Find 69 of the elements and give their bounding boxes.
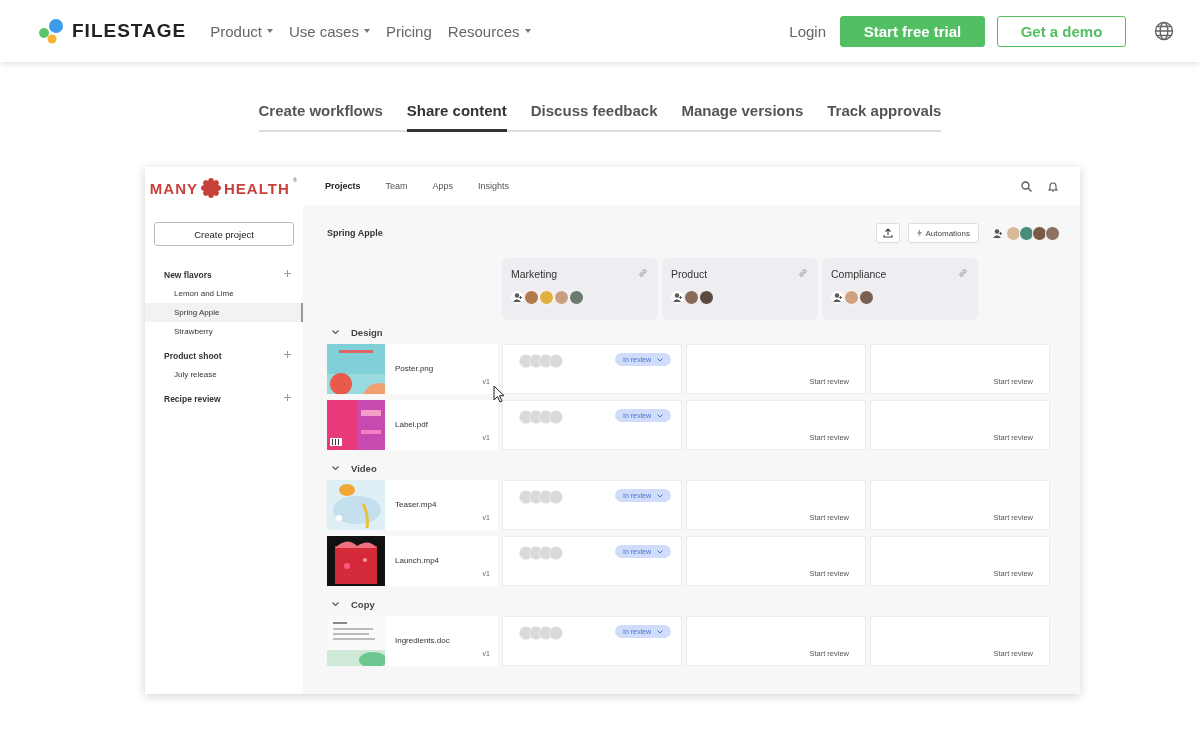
project-group[interactable]: Product shoot [164,351,222,361]
project-item[interactable]: Spring Apple [145,303,303,322]
reviewer-placeholder-icon [517,410,563,424]
file-name[interactable]: Launch.mp4 [395,556,440,586]
chevron-icon[interactable] [332,329,339,335]
caret-icon [657,357,663,362]
add-icon[interactable] [284,270,291,277]
file-name[interactable]: Teaser.mp4 [395,500,437,530]
caret-icon [657,629,663,634]
feature-tab[interactable]: Manage versions [681,94,804,132]
brand-name: HEALTH [224,179,290,197]
add-person-icon[interactable] [672,293,683,302]
add-person-icon[interactable] [993,228,1003,238]
automations-button[interactable]: Automations [907,223,979,243]
file-name[interactable]: Label.pdf [395,420,428,450]
caret-icon [657,413,663,418]
file-name[interactable]: Ingredients.doc [395,636,450,666]
caret-icon [266,29,273,33]
column-title: Compliance [831,268,887,280]
search-icon[interactable] [1021,180,1032,192]
upload-icon [882,228,893,238]
section-title: Copy [351,598,375,610]
lightning-icon [916,229,922,237]
feature-tab[interactable]: Share content [406,94,507,132]
nav-tab[interactable]: Projects [325,181,361,191]
nav-tab[interactable]: Insights [478,181,510,191]
bell-icon[interactable] [1048,180,1058,192]
project-title: Spring Apple [327,228,383,238]
nav-tab[interactable]: Apps [432,181,454,191]
nav-tab[interactable]: Team [385,181,408,191]
caret-icon [363,29,370,33]
flower-logo-icon [201,178,221,198]
project-group[interactable]: New flavors [164,270,212,280]
reviewer-placeholder-icon [517,354,563,368]
column-title: Product [671,268,708,280]
nav-link[interactable]: Product [210,22,273,40]
section-title: Design [351,326,383,338]
caret-icon [524,29,531,33]
column-title: Marketing [511,268,558,280]
globe-icon[interactable] [1154,21,1174,41]
nav-link[interactable]: Pricing [385,22,432,40]
project-item[interactable]: Strawberry [145,322,303,341]
project-item[interactable]: July release [145,365,303,384]
caret-icon [657,493,663,498]
logo-icon [38,18,66,44]
reviewer-placeholder-icon [517,546,563,560]
chevron-icon[interactable] [332,601,339,607]
reviewer-placeholder-icon [517,490,563,504]
feature-tab[interactable]: Create workflows [258,94,383,132]
brand-name: FILESTAGE [72,20,187,42]
login-link[interactable]: Login [789,22,826,40]
add-icon[interactable] [284,351,291,358]
feature-tab[interactable]: Discuss feedback [530,94,658,132]
nav-link[interactable]: Use cases [288,22,370,40]
reviewer-placeholder-icon [517,626,563,640]
upload-button[interactable] [875,223,900,243]
section-title: Video [351,462,377,474]
project-group[interactable]: Recipe review [164,394,221,404]
chevron-icon[interactable] [332,465,339,471]
brand-name: MANY [149,179,198,197]
caret-icon [657,549,663,554]
feature-tab[interactable]: Track approvals [827,94,942,132]
file-name[interactable]: Poster.png [395,364,434,394]
create-project-button[interactable]: Create project [154,222,294,246]
add-person-icon[interactable] [832,293,843,302]
add-person-icon[interactable] [512,293,523,302]
project-item[interactable]: Lemon and Lime [145,284,303,303]
nav-link[interactable]: Resources [447,22,531,40]
add-icon[interactable] [284,394,291,401]
